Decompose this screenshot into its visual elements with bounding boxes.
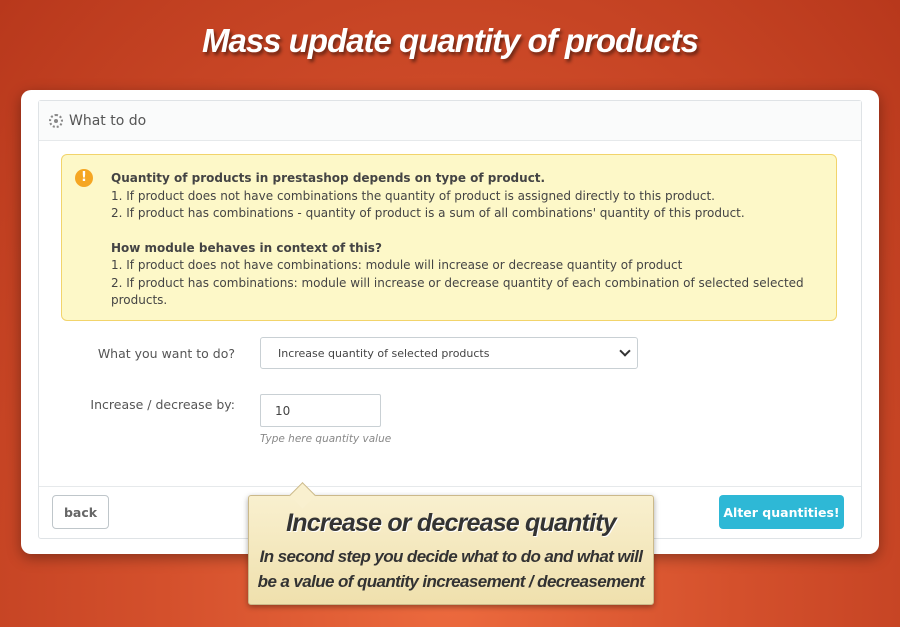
banner-title: Mass update quantity of products	[201, 22, 699, 59]
info-alert: ! Quantity of products in prestashop dep…	[61, 154, 837, 321]
alert-heading-type: Quantity of products in prestashop depen…	[111, 171, 546, 185]
alert-line-4: 2. If product has combinations: module w…	[111, 275, 804, 308]
quantity-hint: Type here quantity value	[260, 433, 392, 445]
panel-footer	[39, 486, 861, 487]
quantity-input-value: 10	[275, 403, 291, 418]
alert-line-2: 2. If product has combinations - quantit…	[111, 206, 745, 220]
back-button[interactable]: back	[52, 495, 109, 529]
alert-line-3: 1. If product does not have combinations…	[111, 258, 683, 272]
alert-line-1: 1. If product does not have combinations…	[111, 188, 715, 203]
settings-panel: What to do ! Quantity of products in pre…	[38, 100, 862, 539]
chevron-down-icon	[619, 345, 631, 357]
exclamation-icon: !	[75, 169, 93, 187]
alert-heading-behaviour: How module behaves in context of this?	[111, 240, 382, 255]
callout-title: Increase or decrease quantity	[286, 509, 617, 537]
action-label: What you want to do?	[97, 345, 235, 361]
callout-tooltip: Increase or decrease quantity In second …	[248, 495, 654, 605]
action-select[interactable]: Increase quantity of selected products	[260, 337, 638, 369]
action-select-value: Increase quantity of selected products	[278, 346, 490, 360]
alter-quantities-button[interactable]: Alter quantities!	[719, 495, 844, 529]
panel-title: What to do	[69, 112, 147, 129]
main-card: What to do ! Quantity of products in pre…	[21, 90, 879, 554]
amount-label: Increase / decrease by:	[90, 397, 235, 412]
panel-header: What to do	[39, 101, 861, 141]
callout-text: In second step you decide what to do and…	[257, 547, 645, 591]
gear-icon	[49, 113, 63, 128]
quantity-input[interactable]: 10	[260, 394, 381, 427]
